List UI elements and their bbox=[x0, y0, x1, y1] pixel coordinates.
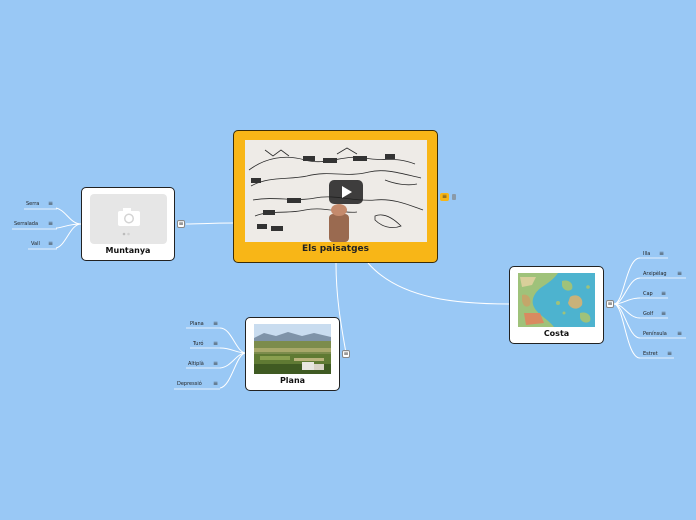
video-thumbnail[interactable] bbox=[245, 140, 427, 242]
leaf-label: Estret bbox=[643, 351, 658, 357]
leaf-label: Plana bbox=[190, 321, 204, 327]
topic-muntanya-title: Muntanya bbox=[105, 246, 151, 255]
leaf-cap[interactable]: Cap ≡ bbox=[643, 290, 666, 297]
topic-plana-title: Plana bbox=[279, 376, 306, 385]
hamburger-icon[interactable]: ≡ bbox=[213, 360, 218, 367]
hamburger-icon[interactable]: ≡ bbox=[177, 220, 185, 228]
topic-muntanya[interactable]: Muntanya bbox=[81, 187, 175, 261]
leaf-vall[interactable]: Vall ≡ bbox=[31, 240, 53, 247]
leaf-label: Turó bbox=[193, 341, 204, 347]
leaf-illa[interactable]: Illa ≡ bbox=[643, 250, 664, 257]
plain-landscape-image bbox=[254, 324, 331, 374]
hamburger-icon[interactable]: ≡ bbox=[213, 340, 218, 347]
hamburger-icon[interactable]: ≡ bbox=[661, 310, 666, 317]
camera-icon bbox=[118, 208, 140, 236]
hamburger-icon[interactable]: ≡ bbox=[48, 220, 53, 227]
hamburger-icon[interactable]: ≡ bbox=[48, 200, 53, 207]
image-placeholder bbox=[90, 194, 167, 244]
leaf-altipla[interactable]: Altiplà ≡ bbox=[188, 360, 218, 367]
hamburger-icon[interactable]: ≡ bbox=[440, 193, 449, 201]
central-topic[interactable]: Els paisatges bbox=[233, 130, 438, 263]
leaf-serra[interactable]: Serra ≡ bbox=[26, 200, 53, 207]
leaf-peninsula[interactable]: Península ≡ bbox=[643, 330, 682, 337]
hamburger-icon[interactable]: ≡ bbox=[606, 300, 614, 308]
central-topic-title: Els paisatges bbox=[302, 244, 369, 254]
leaf-plana[interactable]: Plana ≡ bbox=[190, 320, 218, 327]
leaf-label: Altiplà bbox=[188, 361, 204, 367]
hamburger-icon[interactable]: ≡ bbox=[342, 350, 350, 358]
central-topic-attachments[interactable]: ≡ bbox=[440, 193, 458, 201]
leaf-turo[interactable]: Turó ≡ bbox=[193, 340, 218, 347]
hamburger-icon[interactable]: ≡ bbox=[213, 320, 218, 327]
topic-costa[interactable]: Costa bbox=[509, 266, 604, 344]
leaf-label: Cap bbox=[643, 291, 653, 297]
leaf-label: Península bbox=[643, 331, 667, 337]
leaf-label: Serra bbox=[26, 201, 40, 207]
leaf-arxipelag[interactable]: Arxipèlag ≡ bbox=[643, 270, 682, 277]
leaf-depressio[interactable]: Depressió ≡ bbox=[177, 380, 218, 387]
attachment-icon[interactable] bbox=[452, 194, 456, 200]
leaf-label: Arxipèlag bbox=[643, 271, 667, 277]
leaf-label: Serralada bbox=[14, 221, 39, 227]
hamburger-icon[interactable]: ≡ bbox=[667, 350, 672, 357]
hamburger-icon[interactable]: ≡ bbox=[659, 250, 664, 257]
hamburger-icon[interactable]: ≡ bbox=[213, 380, 218, 387]
leaf-serralada[interactable]: Serralada ≡ bbox=[14, 220, 53, 227]
leaf-label: Golf bbox=[643, 311, 654, 317]
play-icon[interactable] bbox=[329, 180, 363, 204]
leaf-golf[interactable]: Golf ≡ bbox=[643, 310, 666, 317]
coast-map-image bbox=[518, 273, 595, 327]
hamburger-icon[interactable]: ≡ bbox=[677, 330, 682, 337]
leaf-estret[interactable]: Estret ≡ bbox=[643, 350, 672, 357]
topic-plana[interactable]: Plana bbox=[245, 317, 340, 391]
hamburger-icon[interactable]: ≡ bbox=[677, 270, 682, 277]
topic-costa-title: Costa bbox=[543, 329, 570, 338]
leaf-label: Illa bbox=[643, 251, 651, 257]
hamburger-icon[interactable]: ≡ bbox=[48, 240, 53, 247]
leaf-label: Depressió bbox=[177, 381, 202, 387]
hamburger-icon[interactable]: ≡ bbox=[661, 290, 666, 297]
leaf-label: Vall bbox=[31, 241, 40, 247]
